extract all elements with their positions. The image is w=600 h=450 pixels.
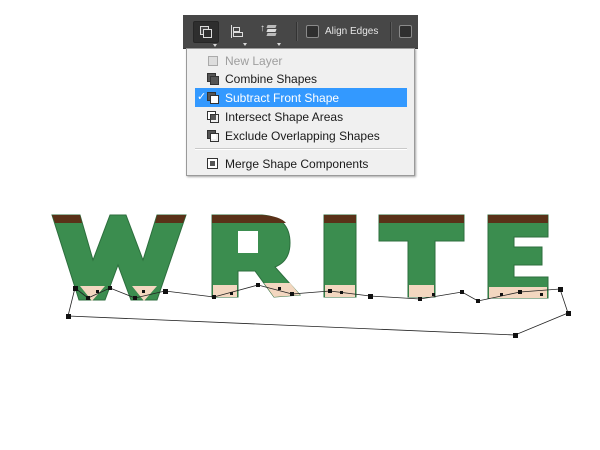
path-arrangement-button[interactable]: ↑ <box>256 21 282 46</box>
letter-i <box>323 214 357 298</box>
align-edges-checkbox[interactable] <box>305 21 319 41</box>
menu-item-label: Merge Shape Components <box>225 156 369 171</box>
new-layer-icon <box>207 55 219 67</box>
menu-divider <box>195 148 407 150</box>
checkbox-box <box>305 24 319 38</box>
chevron-down-icon <box>277 43 281 46</box>
menu-item-label: Subtract Front Shape <box>225 90 340 105</box>
letter-e <box>487 214 549 299</box>
letter-w <box>51 214 187 301</box>
intersect-shape-areas-icon <box>207 110 219 123</box>
menu-item-merge-shape-components[interactable]: Merge Shape Components <box>195 154 407 173</box>
menu-item-combine-shapes[interactable]: Combine Shapes <box>195 69 407 88</box>
menu-item-intersect-shape-areas[interactable]: Intersect Shape Areas <box>195 107 407 126</box>
write-artwork <box>51 214 571 338</box>
path-alignment-button[interactable] <box>226 21 248 46</box>
merge-shape-components-icon <box>207 157 219 170</box>
align-edges-label: Align Edges <box>325 26 379 37</box>
path-operations-button[interactable] <box>193 21 219 47</box>
combine-shapes-icon <box>207 72 219 85</box>
menu-item-label: New Layer <box>225 53 283 68</box>
path-alignment-icon <box>230 24 244 38</box>
gear-settings-button[interactable] <box>397 21 413 41</box>
menu-item-new-layer[interactable]: New Layer <box>195 51 407 70</box>
menu-item-label: Intersect Shape Areas <box>225 109 344 124</box>
path-options-toolbar: ↑ Align Edges <box>183 15 418 49</box>
menu-item-subtract-front-shape[interactable]: ✓ Subtract Front Shape <box>195 88 407 107</box>
exclude-overlapping-shapes-icon <box>207 129 219 142</box>
path-operations-menu: New Layer Combine Shapes ✓ Subtract Fron… <box>186 48 415 176</box>
letter-t <box>378 214 465 298</box>
subtract-front-shape-icon <box>207 91 219 104</box>
path-operations-icon <box>200 26 212 38</box>
chevron-down-icon <box>213 44 217 47</box>
toolbar-divider <box>296 22 298 41</box>
settings-icon <box>398 24 412 38</box>
chevron-down-icon <box>243 43 247 46</box>
menu-item-exclude-overlapping-shapes[interactable]: Exclude Overlapping Shapes <box>195 126 407 145</box>
menu-item-label: Combine Shapes <box>225 71 318 86</box>
path-arrangement-icon: ↑ <box>260 24 278 38</box>
toolbar-divider <box>390 22 392 41</box>
checkmark-icon: ✓ <box>197 91 207 103</box>
menu-item-label: Exclude Overlapping Shapes <box>225 128 380 143</box>
